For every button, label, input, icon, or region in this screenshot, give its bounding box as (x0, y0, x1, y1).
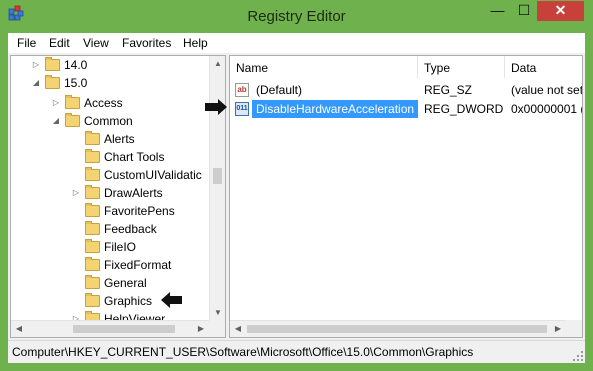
menu-file[interactable]: File (17, 33, 36, 53)
column-header-type[interactable]: Type (418, 56, 505, 78)
maximize-button[interactable]: ☐ (511, 1, 537, 21)
folder-icon (45, 75, 60, 89)
tree-item-label: Access (84, 96, 123, 110)
tree-item-label: 14.0 (64, 58, 88, 72)
value-data: 0x00000001 (1) (511, 102, 582, 116)
minimize-button[interactable]: — (484, 1, 511, 21)
folder-icon (85, 257, 100, 271)
folder-icon (85, 293, 100, 307)
scroll-corner (209, 320, 225, 337)
folder-icon (65, 113, 80, 127)
value-data: (value not set) (511, 83, 583, 97)
scroll-up-icon[interactable]: ▲ (210, 56, 225, 72)
tree-item-label: FixedFormat (104, 258, 172, 272)
status-bar: Computer\HKEY_CURRENT_USER\Software\Micr… (8, 340, 585, 363)
folder-icon (65, 95, 80, 109)
menu-edit[interactable]: Edit (49, 33, 70, 53)
value-name-selected: DisableHardwareAcceleration (252, 100, 419, 118)
menu-favorites[interactable]: Favorites (122, 33, 171, 53)
tree-item-label: FileIO (104, 240, 137, 254)
folder-icon (85, 221, 100, 235)
folder-icon (85, 149, 100, 163)
value-name: (Default) (256, 83, 303, 97)
tree-item-label: FavoritePens (104, 204, 175, 218)
tree-item-label: Chart Tools (104, 150, 165, 164)
registry-editor-window: Registry Editor — ☐ ✕ File Edit View Fav… (0, 0, 593, 371)
folder-icon (45, 57, 60, 71)
values-list: Name Type Data ab (Default) REG_SZ (valu… (229, 55, 583, 338)
menu-bar: File Edit View Favorites Help (8, 33, 585, 53)
scroll-thumb[interactable] (73, 325, 175, 333)
menu-help[interactable]: Help (183, 33, 208, 53)
client-area: ▷ 14.0 ◢ 15.0 ▷ Access ◢ Common Alerts C… (8, 53, 585, 340)
string-value-icon: ab (235, 83, 249, 97)
value-type: REG_SZ (424, 83, 473, 97)
folder-icon (85, 185, 100, 199)
dword-value-icon: 011 (235, 102, 249, 116)
list-row-default[interactable]: ab (Default) REG_SZ (value not set) (230, 81, 583, 99)
list-row-disablehardwareacceleration[interactable]: 011 DisableHardwareAcceleration REG_DWOR… (230, 100, 582, 118)
tree-item-label: Common (84, 114, 133, 128)
collapse-arrow-icon[interactable]: ◢ (31, 74, 41, 92)
arrow-pointer-icon (205, 99, 227, 115)
expand-arrow-icon[interactable]: ▷ (71, 184, 81, 202)
folder-icon (85, 131, 100, 145)
folder-icon (85, 203, 100, 217)
resize-grip-icon[interactable] (573, 351, 583, 361)
tree-item-label: General (104, 276, 147, 290)
key-tree: ▷ 14.0 ◢ 15.0 ▷ Access ◢ Common Alerts C… (10, 55, 226, 338)
close-button[interactable]: ✕ (537, 1, 584, 21)
folder-icon (85, 167, 100, 181)
list-horizontal-scrollbar[interactable]: ◀ ▶ (230, 320, 566, 337)
collapse-arrow-icon[interactable]: ◢ (51, 112, 61, 130)
scroll-thumb[interactable] (213, 168, 222, 184)
value-type: REG_DWORD (424, 102, 504, 116)
expand-arrow-icon[interactable]: ▷ (31, 56, 41, 74)
folder-icon (85, 239, 100, 253)
tree-item-label: DrawAlerts (104, 186, 163, 200)
scroll-corner (565, 320, 582, 337)
scroll-thumb[interactable] (247, 325, 547, 333)
scroll-right-icon[interactable]: ▶ (550, 321, 566, 337)
scroll-left-icon[interactable]: ◀ (11, 321, 27, 337)
tree-item-label: Feedback (104, 222, 157, 236)
column-header-name[interactable]: Name (230, 56, 418, 78)
arrow-pointer-icon (161, 292, 182, 308)
title-bar[interactable]: Registry Editor — ☐ ✕ (0, 0, 593, 32)
tree-item-label: Alerts (104, 132, 135, 146)
tree-item-label: CustomUIValidatic (104, 168, 202, 182)
scroll-left-icon[interactable]: ◀ (230, 321, 246, 337)
column-header-data[interactable]: Data (505, 56, 582, 78)
tree-vertical-scrollbar[interactable]: ▲ ▼ (209, 56, 225, 321)
scroll-down-icon[interactable]: ▼ (210, 305, 225, 321)
tree-horizontal-scrollbar[interactable]: ◀ ▶ (11, 320, 209, 337)
expand-arrow-icon[interactable]: ▷ (51, 94, 61, 112)
tree-item-label: Graphics (104, 294, 153, 308)
tree-item-label: 15.0 (64, 76, 88, 90)
menu-view[interactable]: View (83, 33, 109, 53)
scroll-right-icon[interactable]: ▶ (193, 321, 209, 337)
registry-path: Computer\HKEY_CURRENT_USER\Software\Micr… (12, 345, 474, 359)
folder-icon (85, 275, 100, 289)
